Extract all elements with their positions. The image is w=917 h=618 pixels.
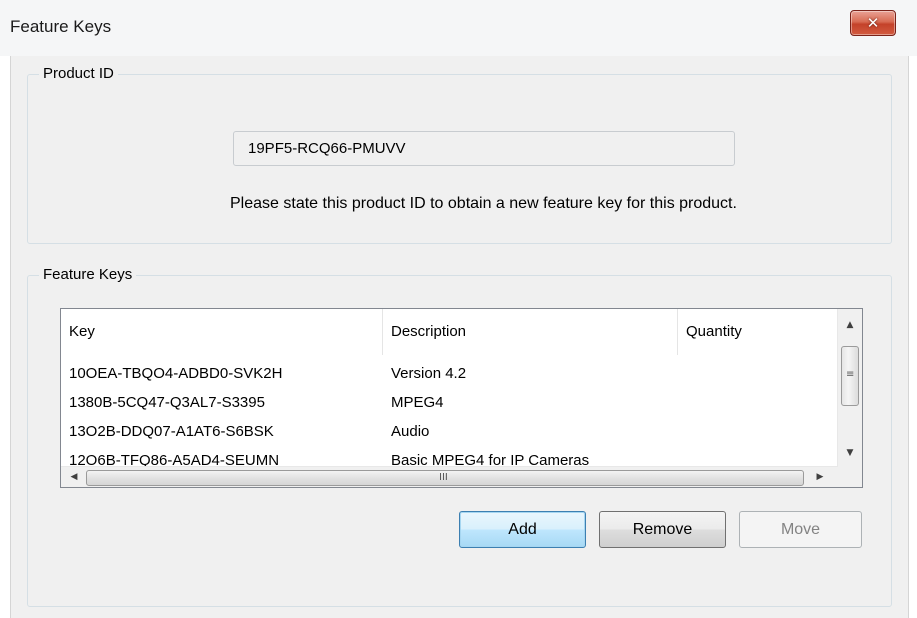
feature-keys-group-label: Feature Keys	[39, 266, 137, 283]
product-id-hint: Please state this product ID to obtain a…	[230, 193, 790, 215]
title-bar[interactable]: Feature Keys ✕	[0, 0, 917, 56]
feature-keys-dialog: Feature Keys ✕ Product ID 19PF5-RCQ66-PM…	[0, 0, 917, 618]
scroll-down-icon[interactable]: ▼	[840, 443, 860, 463]
product-id-hint-text: Please state this product ID to obtain a…	[230, 195, 737, 212]
dialog-body: Product ID 19PF5-RCQ66-PMUVV Please stat…	[10, 56, 909, 618]
column-header-quantity[interactable]: Quantity	[678, 309, 837, 355]
close-icon: ✕	[866, 14, 880, 32]
horizontal-scroll-thumb[interactable]: III	[86, 470, 804, 486]
column-header-key[interactable]: Key	[61, 309, 383, 355]
scrollbar-corner	[837, 467, 862, 487]
move-button[interactable]: Move	[739, 511, 862, 548]
feature-keys-list[interactable]: Key Description Quantity 10OEA-TBQO4-ADB…	[60, 308, 863, 488]
vertical-scroll-thumb[interactable]: ≡	[841, 346, 859, 406]
column-header-description[interactable]: Description	[383, 309, 678, 355]
description-cell: Version 4.2	[391, 365, 467, 382]
key-cell: 13O2B-DDQ07-A1AT6-S6BSK	[69, 423, 274, 440]
grip-icon: ≡	[846, 369, 855, 380]
remove-button[interactable]: Remove	[599, 511, 726, 548]
key-cell: 10OEA-TBQO4-ADBD0-SVK2H	[69, 365, 283, 382]
product-id-group-label: Product ID	[39, 65, 118, 82]
window-title: Feature Keys	[10, 17, 112, 36]
key-cell: 1380B-5CQ47-Q3AL7-S3395	[69, 394, 265, 411]
list-item[interactable]: 13O2B-DDQ07-A1AT6-S6BSK Audio	[61, 420, 837, 444]
add-button[interactable]: Add	[459, 511, 586, 548]
description-cell: Audio	[391, 423, 430, 440]
scroll-left-icon[interactable]: ◀	[64, 467, 84, 487]
scroll-up-icon[interactable]: ▲	[840, 315, 860, 335]
description-cell: MPEG4	[391, 394, 444, 411]
product-id-group: Product ID 19PF5-RCQ66-PMUVV Please stat…	[27, 65, 892, 244]
scroll-right-icon[interactable]: ▶	[810, 467, 830, 487]
horizontal-scrollbar[interactable]: ◀ III ▶	[61, 466, 837, 487]
vertical-scrollbar[interactable]: ▲ ≡ ▼	[837, 309, 862, 467]
list-item[interactable]: 10OEA-TBQO4-ADBD0-SVK2H Version 4.2	[61, 362, 837, 386]
list-header: Key Description Quantity	[61, 309, 837, 355]
list-item[interactable]: 1380B-5CQ47-Q3AL7-S3395 MPEG4	[61, 391, 837, 415]
product-id-field[interactable]: 19PF5-RCQ66-PMUVV	[233, 131, 735, 166]
grip-icon: III	[439, 472, 448, 483]
close-button[interactable]: ✕	[850, 10, 896, 36]
